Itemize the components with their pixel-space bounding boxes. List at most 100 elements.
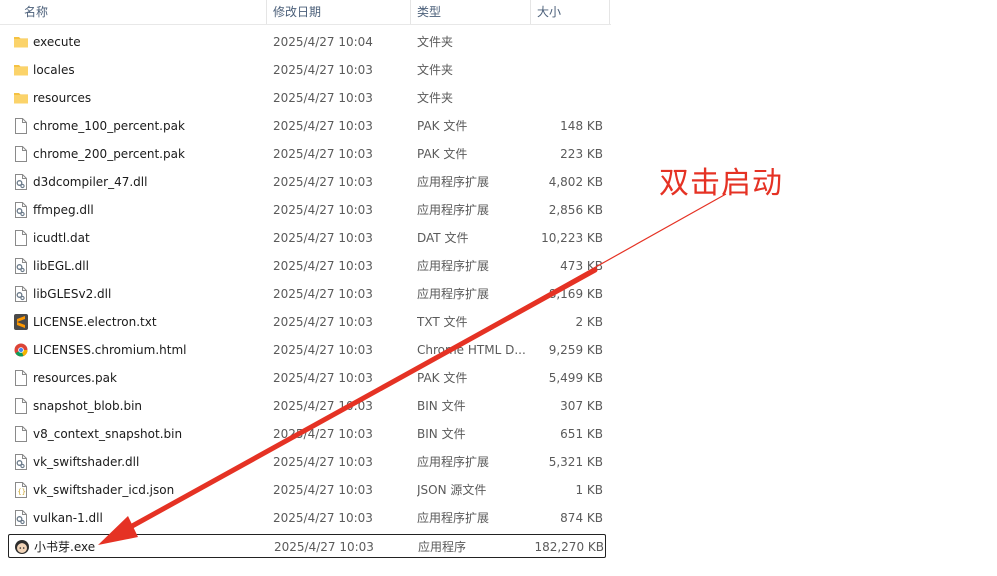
file-type: 应用程序扩展 (417, 455, 490, 469)
file-modified-date: 2025/4/27 10:03 (273, 455, 373, 469)
file-type: 应用程序扩展 (417, 175, 490, 189)
file-name: v8_context_snapshot.bin (33, 427, 183, 441)
file-modified-date: 2025/4/27 10:03 (273, 231, 373, 245)
folder-icon (13, 89, 29, 107)
file-type: PAK 文件 (417, 147, 468, 161)
file-row[interactable]: vulkan-1.dll 2025/4/27 10:03 应用程序扩展 874 KB (8, 506, 606, 530)
file-name: chrome_100_percent.pak (33, 119, 185, 133)
file-size: 148 KB (560, 119, 603, 133)
dll-icon (13, 509, 29, 527)
file-row[interactable]: libGLESv2.dll 2025/4/27 10:03 应用程序扩展 8,169 … (8, 282, 606, 306)
file-row[interactable]: resources 2025/4/27 10:03 文件夹 (8, 86, 606, 110)
file-row[interactable]: ffmpeg.dll 2025/4/27 10:03 应用程序扩展 2,856 KB (8, 198, 606, 222)
file-name: d3dcompiler_47.dll (33, 175, 148, 189)
dll-icon (13, 257, 29, 275)
file-row[interactable]: locales 2025/4/27 10:03 文件夹 (8, 58, 606, 82)
file-size: 2 KB (575, 315, 603, 329)
column-header-type[interactable]: 类型 (410, 0, 530, 24)
file-name: chrome_200_percent.pak (33, 147, 185, 161)
folder-icon (13, 33, 29, 51)
file-name: 小书芽.exe (34, 540, 96, 554)
file-type: 文件夹 (417, 35, 454, 49)
file-name: locales (33, 63, 75, 77)
annotation-text: 双击启动 (659, 166, 783, 201)
file-modified-date: 2025/4/27 10:03 (273, 427, 373, 441)
file-size: 4,802 KB (548, 175, 603, 189)
file-name: icudtl.dat (33, 231, 90, 245)
file-type: BIN 文件 (417, 427, 466, 441)
file-modified-date: 2025/4/27 10:03 (273, 315, 373, 329)
file-row[interactable]: chrome_200_percent.pak 2025/4/27 10:03 PAK… (8, 142, 606, 166)
file-type: TXT 文件 (417, 315, 468, 329)
file-size: 5,499 KB (548, 371, 603, 385)
file-modified-date: 2025/4/27 10:03 (273, 511, 373, 525)
file-type: 应用程序扩展 (417, 511, 490, 525)
file-row[interactable]: 小书芽.exe 2025/4/27 10:03 应用程序 182,270 KB (8, 534, 606, 558)
svg-text:{}: {} (18, 488, 26, 496)
column-header-modified[interactable]: 修改日期 (266, 0, 410, 24)
file-row[interactable]: LICENSE.electron.txt 2025/4/27 10:03 TXT 文… (8, 310, 606, 334)
file-modified-date: 2025/4/27 10:03 (273, 203, 373, 217)
file-type: Chrome HTML D... (417, 343, 526, 357)
file-size: 473 KB (560, 259, 603, 273)
file-row[interactable]: {} vk_swiftshader_icd.json 2025/4/27 10:03… (8, 478, 606, 502)
file-icon (13, 369, 29, 387)
file-modified-date: 2025/4/27 10:03 (273, 399, 373, 413)
file-size: 10,223 KB (541, 231, 603, 245)
file-modified-date: 2025/4/27 10:03 (273, 483, 373, 497)
file-row[interactable]: chrome_100_percent.pak 2025/4/27 10:03 PAK… (8, 114, 606, 138)
file-size: 182,270 KB (534, 540, 604, 554)
file-name: libGLESv2.dll (33, 287, 112, 301)
folder-icon (13, 61, 29, 79)
file-type: DAT 文件 (417, 231, 469, 245)
file-type: PAK 文件 (417, 371, 468, 385)
file-type: PAK 文件 (417, 119, 468, 133)
file-modified-date: 2025/4/27 10:04 (273, 35, 373, 49)
file-row[interactable]: d3dcompiler_47.dll 2025/4/27 10:03 应用程序扩展 4… (8, 170, 606, 194)
file-type: 应用程序扩展 (417, 203, 490, 217)
file-modified-date: 2025/4/27 10:03 (273, 371, 373, 385)
file-modified-date: 2025/4/27 10:03 (273, 119, 373, 133)
file-name: vk_swiftshader_icd.json (33, 483, 175, 497)
file-size: 5,321 KB (548, 455, 603, 469)
file-modified-date: 2025/4/27 10:03 (273, 259, 373, 273)
file-row[interactable]: libEGL.dll 2025/4/27 10:03 应用程序扩展 473 KB (8, 254, 606, 278)
file-type: 文件夹 (417, 91, 454, 105)
dll-icon (13, 201, 29, 219)
column-header-name[interactable]: 名称 (18, 0, 265, 24)
file-icon (13, 425, 29, 443)
app-avatar-icon (14, 538, 30, 556)
file-row[interactable]: v8_context_snapshot.bin 2025/4/27 10:03 BI… (8, 422, 606, 446)
file-modified-date: 2025/4/27 10:03 (273, 343, 373, 357)
column-header-size[interactable]: 大小 (530, 0, 610, 24)
file-name: vk_swiftshader.dll (33, 455, 140, 469)
file-name: libEGL.dll (33, 259, 89, 273)
file-modified-date: 2025/4/27 10:03 (273, 91, 373, 105)
file-type: JSON 源文件 (417, 483, 487, 497)
file-name: LICENSES.chromium.html (33, 343, 187, 357)
file-type: 应用程序扩展 (417, 259, 490, 273)
file-name: resources (33, 91, 92, 105)
file-size (528, 30, 603, 54)
file-icon (13, 397, 29, 415)
file-icon (13, 229, 29, 247)
dll-icon (13, 173, 29, 191)
file-row[interactable]: snapshot_blob.bin 2025/4/27 10:03 BIN 文件 30… (8, 394, 606, 418)
file-row[interactable]: vk_swiftshader.dll 2025/4/27 10:03 应用程序扩展 5… (8, 450, 606, 474)
file-row[interactable]: icudtl.dat 2025/4/27 10:03 DAT 文件 10,223 KB (8, 226, 606, 250)
file-size (528, 86, 603, 110)
file-size: 223 KB (560, 147, 603, 161)
file-size: 2,856 KB (548, 203, 603, 217)
file-size (528, 58, 603, 82)
file-row[interactable]: resources.pak 2025/4/27 10:03 PAK 文件 5,499 … (8, 366, 606, 390)
file-size: 1 KB (575, 483, 603, 497)
sublime-text-icon (13, 313, 29, 331)
file-row[interactable]: execute 2025/4/27 10:04 文件夹 (8, 30, 606, 54)
file-name: ffmpeg.dll (33, 203, 94, 217)
file-size: 307 KB (560, 399, 603, 413)
file-icon (13, 117, 29, 135)
file-size: 9,259 KB (548, 343, 603, 357)
file-size: 651 KB (560, 427, 603, 441)
dll-icon (13, 285, 29, 303)
file-row[interactable]: LICENSES.chromium.html 2025/4/27 10:03 Chr… (8, 338, 606, 362)
